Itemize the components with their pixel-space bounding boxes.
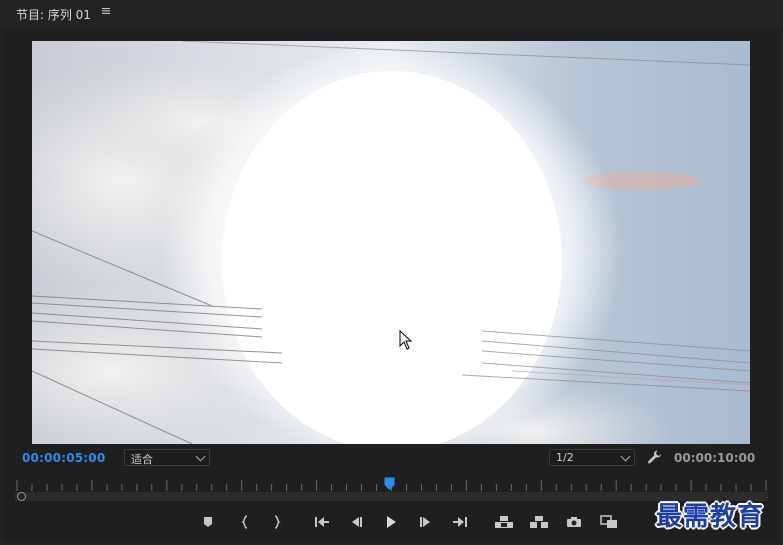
step-back-icon: [352, 517, 362, 527]
camera-icon: [567, 517, 581, 527]
marker-icon: [204, 517, 212, 527]
add-marker-button[interactable]: [196, 510, 220, 534]
step-forward-button[interactable]: [414, 510, 438, 534]
play-icon: [387, 516, 396, 528]
go-to-out-button[interactable]: [448, 510, 472, 534]
panel-menu-icon[interactable]: ≡: [99, 4, 113, 20]
mark-out-button[interactable]: [265, 510, 289, 534]
mark-in-button[interactable]: [233, 510, 257, 534]
mouse-cursor-icon: [399, 330, 413, 350]
lift-button[interactable]: [492, 510, 516, 534]
current-timecode[interactable]: 00:00:05:00: [22, 451, 105, 465]
export-frame-button[interactable]: [562, 510, 586, 534]
comparison-view-button[interactable]: [597, 510, 621, 534]
playback-resolution-select[interactable]: 1/2: [549, 449, 635, 466]
video-frame: [32, 41, 750, 444]
zoom-level-value: 适合: [131, 453, 153, 466]
mark-in-icon: [241, 515, 248, 529]
mark-out-icon: [274, 515, 281, 529]
wrench-icon[interactable]: [647, 449, 663, 465]
go-to-in-button[interactable]: [310, 510, 334, 534]
extract-button[interactable]: [527, 510, 551, 534]
zoom-scroll-handle[interactable]: [17, 492, 26, 501]
playhead-icon[interactable]: [384, 477, 395, 491]
step-forward-icon: [420, 517, 430, 527]
zoom-level-select[interactable]: 适合: [124, 449, 210, 466]
watermark-logo: 最需教育: [656, 502, 765, 532]
comparison-view-icon: [600, 515, 617, 528]
panel-title[interactable]: 节目: 序列 01: [16, 6, 91, 23]
panel-header: 节目: 序列 01 ≡: [0, 0, 783, 29]
play-button[interactable]: [379, 510, 403, 534]
playback-resolution-value: 1/2: [556, 451, 574, 464]
program-monitor-viewer[interactable]: [32, 41, 750, 444]
duration-timecode: 00:00:10:00: [674, 451, 756, 465]
extract-icon: [530, 516, 548, 528]
go-to-out-icon: [453, 517, 467, 527]
chevron-down-icon: [195, 451, 206, 462]
lift-icon: [495, 516, 513, 528]
go-to-in-icon: [315, 517, 329, 527]
step-back-button[interactable]: [344, 510, 368, 534]
chevron-down-icon: [620, 451, 631, 462]
